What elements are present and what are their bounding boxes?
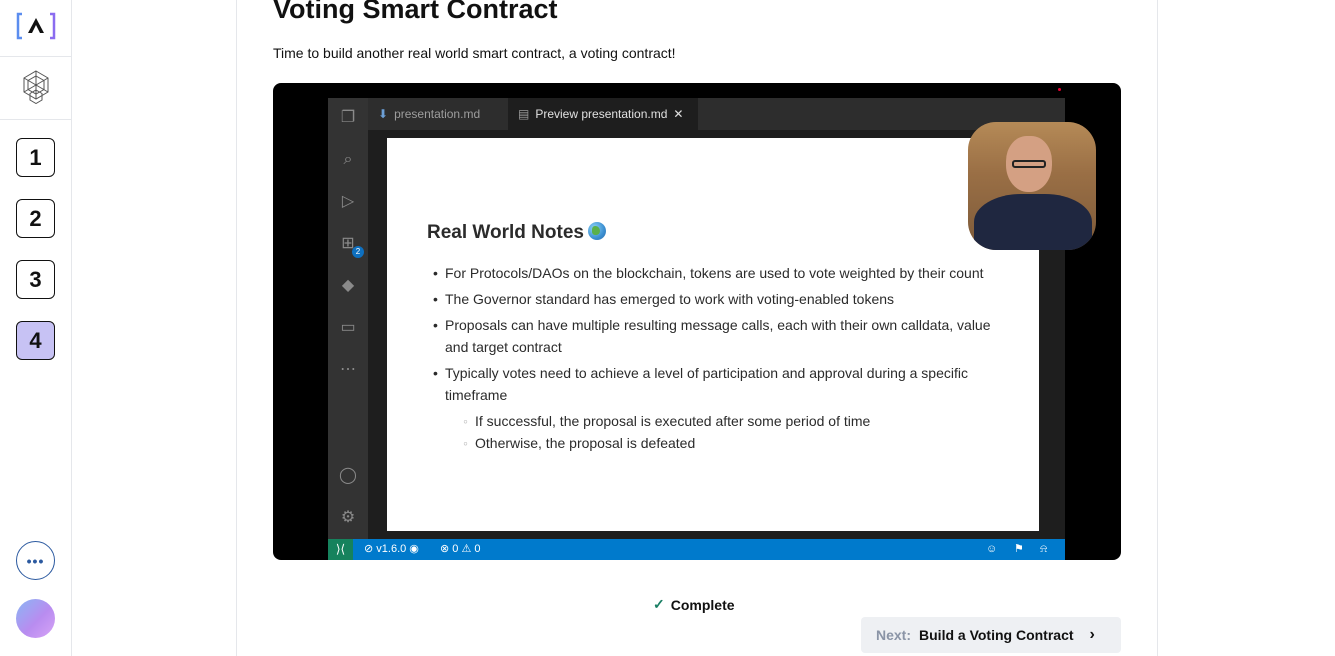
account-icon: ◯ [339,467,357,484]
alchemy-logo-icon[interactable] [16,10,56,42]
step-3-button[interactable]: 3 [16,260,55,299]
copilot-icon: ☺ [986,543,998,555]
ellipsis-icon: ••• [26,552,45,569]
page-title: Voting Smart Contract [273,0,558,24]
editor-activity-bar: ❐ ⌕ ▷ ⊞ 2 ◆ ▭ ⋯ ◯ ⚙ [328,98,368,539]
markdown-preview: Real World Notes For Protocols/DAOs on t… [387,138,1039,560]
editor-area: Real World Notes For Protocols/DAOs on t… [368,130,1065,560]
presenter-webcam [968,122,1096,250]
status-warnings: 0 [474,543,481,555]
slide-title: Real World Notes [427,222,606,244]
terraform-icon: ◆ [341,277,355,294]
gear-icon: ⚙ [340,509,356,526]
extensions-badge: 2 [352,246,364,258]
slide-title-text: Real World Notes [427,222,584,243]
next-lesson-label: Build a Voting Contract [919,627,1074,643]
presenter-body [974,194,1092,250]
list-sub-item: Otherwise, the proposal is defeated [463,432,1005,454]
step-4-button[interactable]: 4 [16,321,55,360]
content-border-left [236,0,237,656]
rail-divider [0,119,71,120]
tab-presentation-md: ⬇ presentation.md [368,98,498,130]
list-item: Typically votes need to achieve a level … [433,362,1005,406]
tab-label: Preview presentation.md [535,107,668,121]
list-item: The Governor standard has emerged to wor… [433,288,1005,310]
close-icon: ✕ [673,107,684,121]
panel-icon: ▭ [340,319,356,336]
video-frame-editor: ❐ ⌕ ▷ ⊞ 2 ◆ ▭ ⋯ ◯ ⚙ ⬇ presentation.md ▤ P… [328,98,1096,560]
editor-tabs: ⬇ presentation.md ▤ Preview presentation… [368,98,1065,130]
step-2-button[interactable]: 2 [16,199,55,238]
content-border-right [1157,0,1158,656]
list-sub-item: If successful, the proposal is executed … [463,410,1005,432]
page-subtitle: Time to build another real world smart c… [273,45,676,61]
feedback-icon: ⚑ [1014,543,1024,555]
hexagon-logo-icon[interactable] [22,70,50,105]
status-problems: ⊗ 0 ⚠ 0 [440,543,481,555]
preview-icon: ▤ [518,107,530,121]
list-item: For Protocols/DAOs on the blockchain, to… [433,262,1005,284]
more-icon: ⋯ [340,361,356,378]
tab-label: presentation.md [394,107,481,121]
status-version-text: v1.6.0 [376,543,407,555]
complete-status[interactable]: ✓ Complete [653,596,735,613]
step-1-button[interactable]: 1 [16,138,55,177]
status-version: ⊘ v1.6.0 ◉ [364,543,419,555]
next-prefix: Next: [876,627,912,643]
checkmark-icon: ✓ [653,596,665,612]
recording-dot-icon [1058,88,1061,91]
globe-icon [587,222,606,240]
next-lesson-button[interactable]: Next: Build a Voting Contract › [861,617,1121,653]
remote-icon: ⟩⟨ [328,539,353,560]
extensions-icon: ⊞ 2 [336,232,364,258]
left-rail: 1 2 3 4 ••• [0,0,72,656]
slide-bullets: For Protocols/DAOs on the blockchain, to… [433,262,1005,454]
notifications-icon: ⍾ [1040,543,1048,555]
editor-statusbar: ⟩⟨ ⊘ v1.6.0 ◉ ⊗ 0 ⚠ 0 ☺ ⚑ ⍾ [328,539,1065,560]
rail-divider [0,56,71,57]
chevron-right-icon: › [1089,626,1095,643]
tab-preview-presentation-md: ▤ Preview presentation.md ✕ [508,98,698,130]
status-errors: 0 [452,543,459,555]
presenter-glasses [1012,160,1046,168]
lesson-video-player[interactable]: ❐ ⌕ ▷ ⊞ 2 ◆ ▭ ⋯ ◯ ⚙ ⬇ presentation.md ▤ P… [273,83,1121,560]
list-item: Proposals can have multiple resulting me… [433,314,1005,358]
complete-label: Complete [670,596,735,613]
markdown-file-icon: ⬇ [378,107,389,121]
run-debug-icon: ▷ [341,193,355,210]
more-options-button[interactable]: ••• [16,541,55,580]
search-icon: ⌕ [343,151,353,168]
files-icon: ❐ [340,109,356,126]
user-avatar[interactable] [16,599,55,638]
